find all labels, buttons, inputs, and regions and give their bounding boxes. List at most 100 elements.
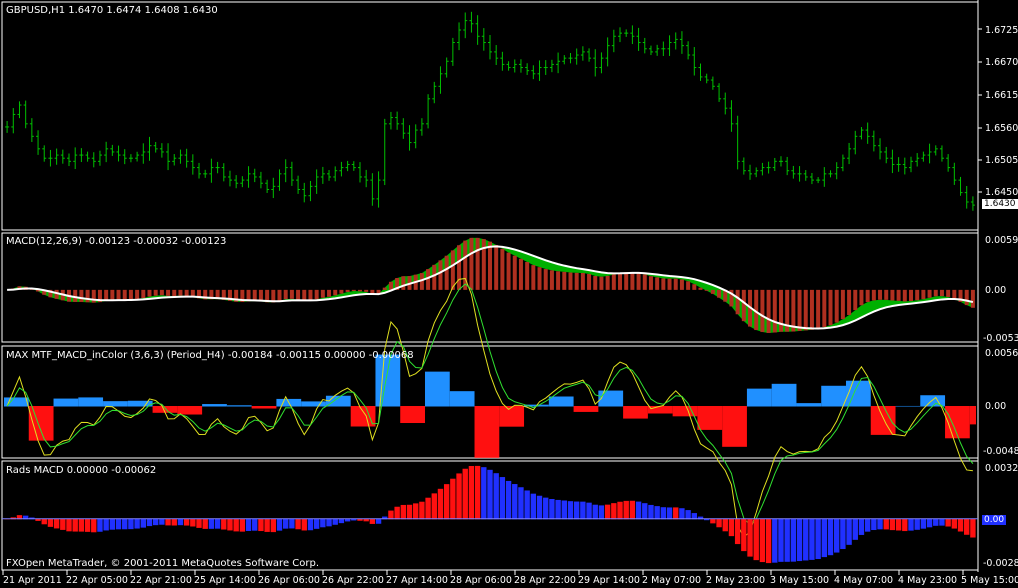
rads-histogram-bar — [852, 518, 858, 540]
mtf-axis-label: -0.00485 — [983, 446, 1018, 457]
chart-canvas[interactable] — [0, 0, 1018, 588]
mtf-histogram-bar — [177, 406, 203, 415]
rads-histogram-bar — [301, 518, 307, 531]
rads-histogram-bar — [970, 518, 976, 538]
rads-histogram-bar — [654, 506, 660, 520]
rads-histogram-bar — [617, 501, 623, 520]
time-axis-label: 26 Apr 06:00 — [258, 575, 320, 586]
rads-histogram-bar — [326, 518, 332, 527]
rads-histogram-bar — [908, 518, 914, 531]
rads-histogram-bar — [369, 518, 376, 524]
rads-histogram-bar — [710, 518, 716, 524]
mtf-histogram-bar — [78, 397, 104, 407]
rads-histogram-bar — [883, 518, 889, 530]
rads-histogram-bar — [536, 495, 543, 520]
rads-histogram-bar — [772, 518, 778, 563]
rads-histogram-bar — [47, 518, 54, 527]
rads-histogram-bar — [895, 518, 902, 531]
rads-histogram-bar — [146, 518, 153, 527]
time-axis-label: 28 Apr 22:00 — [514, 575, 576, 586]
price-axis-label: 1.6560 — [985, 123, 1018, 134]
rads-histogram-bar — [809, 518, 815, 560]
rads-histogram-bar — [660, 507, 667, 520]
rads-histogram-bar — [673, 507, 679, 520]
rads-histogram-bar — [165, 518, 171, 526]
rads-histogram-bar — [91, 518, 97, 533]
rads-histogram-bar — [840, 518, 846, 550]
mtf-histogram-bar — [647, 406, 673, 414]
mtf-histogram-bar — [474, 406, 500, 458]
rads-histogram-bar — [60, 518, 66, 530]
rads-histogram-bar — [827, 518, 834, 556]
mtf-histogram-bar — [771, 383, 797, 407]
rads-histogram-bar — [834, 518, 840, 553]
rads-histogram-bar — [759, 518, 766, 563]
mtf-histogram-bar — [103, 401, 128, 407]
mtf-histogram-bar — [598, 390, 624, 407]
rads-histogram-bar — [159, 518, 165, 525]
rads-histogram-bar — [530, 493, 537, 520]
rads-histogram-bar — [437, 488, 444, 520]
rads-histogram-bar — [474, 465, 481, 520]
rads-histogram-bar — [493, 473, 499, 520]
time-axis-label: 29 Apr 14:00 — [578, 575, 640, 586]
rads-histogram-bar — [784, 518, 790, 562]
mtf-histogram-bar — [969, 406, 976, 425]
rads-histogram-bar — [227, 518, 233, 531]
time-axis-label: 21 Apr 2011 — [3, 575, 62, 586]
mtf-histogram-bar — [375, 354, 401, 407]
mtf-histogram-bar — [573, 406, 599, 412]
rads-histogram-bar — [270, 518, 277, 533]
rads-histogram-bar — [109, 518, 116, 530]
rads-histogram-bar — [951, 518, 958, 529]
rads-histogram-bar — [239, 518, 246, 532]
rads-histogram-bar — [499, 477, 506, 520]
rads-histogram-bar — [462, 468, 468, 520]
rads-histogram-bar — [815, 518, 821, 559]
mtf-histogram-bar — [920, 395, 946, 407]
rads-histogram-bar — [66, 518, 72, 532]
rads-histogram-bar — [573, 501, 580, 520]
rads-histogram-bar — [41, 518, 47, 525]
time-axis-label: 25 Apr 14:00 — [194, 575, 256, 586]
rads-histogram-bar — [685, 510, 691, 520]
rads-histogram-bar — [716, 518, 722, 528]
price-axis-label: 1.6615 — [985, 90, 1018, 101]
rads-histogram-bar — [765, 518, 772, 564]
rads-histogram-bar — [400, 504, 407, 520]
rads-histogram-bar — [821, 518, 828, 558]
time-axis-label: 27 Apr 14:00 — [386, 575, 448, 586]
rads-histogram-bar — [152, 518, 159, 526]
mtf-histogram-bar — [796, 403, 822, 407]
rads-histogram-bar — [196, 518, 202, 528]
rads-histogram-bar — [604, 504, 611, 520]
rads-histogram-bar — [679, 508, 685, 520]
macd-axis-label: 0.00 — [985, 285, 1007, 296]
rads-histogram-bar — [320, 518, 326, 528]
time-axis-label: 2 May 07:00 — [642, 575, 702, 586]
rads-histogram-bar — [413, 503, 419, 520]
rads-macd-indicator — [2, 465, 978, 564]
rads-histogram-bar — [115, 518, 122, 530]
copyright-text: FXOpen MetaTrader, © 2001-2011 MetaQuote… — [6, 558, 320, 569]
rads-histogram-bar — [629, 500, 636, 520]
rads-histogram-bar — [933, 518, 939, 526]
rads-histogram-bar — [734, 518, 741, 545]
rads-histogram-bar — [877, 518, 883, 530]
rads-histogram-bar — [555, 499, 561, 520]
rads-histogram-bar — [920, 518, 927, 529]
rads-histogram-bar — [964, 518, 970, 535]
rads-histogram-bar — [487, 469, 493, 520]
rads-histogram-bar — [295, 518, 301, 530]
rads-histogram-bar — [332, 518, 338, 525]
mtf-histogram-bar — [623, 406, 648, 419]
rads-histogram-bar — [252, 518, 258, 531]
rads-histogram-bar — [425, 497, 431, 520]
mtf-axis-label: 0.00 — [985, 401, 1007, 412]
rads-histogram-bar — [468, 466, 475, 520]
time-axis-label: 4 May 23:00 — [898, 575, 958, 586]
rads-histogram-bar — [214, 518, 221, 529]
macd-indicator — [7, 237, 975, 333]
rads-histogram-bar — [177, 518, 184, 526]
mtf-histogram-bar — [722, 406, 747, 447]
